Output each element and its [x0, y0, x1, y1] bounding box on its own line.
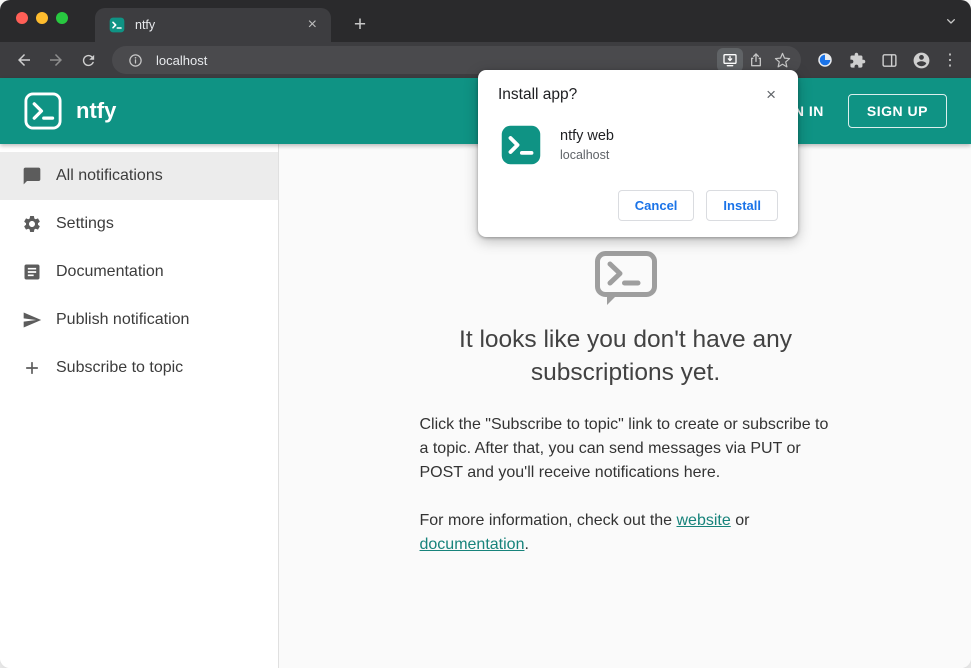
url-text: localhost: [156, 52, 208, 68]
back-button[interactable]: [10, 46, 38, 74]
sidebar-item-label: Settings: [56, 215, 114, 232]
minimize-window-button[interactable]: [36, 12, 48, 24]
sign-up-button[interactable]: SIGN UP: [847, 94, 947, 128]
site-info-icon[interactable]: [122, 48, 148, 72]
sidebar-item-label: All notifications: [56, 167, 163, 184]
install-button[interactable]: Install: [706, 190, 778, 221]
empty-more-paragraph: For more information, check out the webs…: [420, 509, 832, 557]
sidebar: All notifications Settings Documentation…: [0, 144, 279, 668]
close-window-button[interactable]: [16, 12, 28, 24]
website-link[interactable]: website: [677, 512, 731, 529]
dialog-app-name: ntfy web: [560, 128, 614, 144]
tab-close-icon[interactable]: ×: [304, 15, 321, 35]
intro-text: Click the "Subscribe to topic" link to c…: [419, 416, 829, 482]
more-middle: or: [730, 512, 750, 530]
install-app-icon[interactable]: [717, 48, 743, 72]
install-app-dialog: Install app? × ntfy web localhost Cancel…: [478, 70, 798, 237]
empty-intro-paragraph: Click the "Subscribe to topic" link to c…: [420, 413, 832, 485]
sidebar-item-subscribe-to-topic[interactable]: Subscribe to topic: [0, 344, 278, 392]
gear-icon: [24, 216, 40, 232]
cancel-button[interactable]: Cancel: [617, 190, 695, 221]
extensions-puzzle-icon[interactable]: [843, 46, 871, 74]
sidebar-item-publish-notification[interactable]: Publish notification: [0, 296, 278, 344]
ntfy-logo: [24, 92, 62, 130]
sidebar-item-label: Publish notification: [56, 311, 190, 328]
zoom-window-button[interactable]: [56, 12, 68, 24]
share-icon[interactable]: [743, 48, 769, 72]
ntfy-empty-logo: [420, 250, 832, 308]
documentation-link[interactable]: documentation: [420, 536, 525, 553]
tab-list-chevron-icon[interactable]: [943, 13, 959, 34]
reload-button[interactable]: [74, 46, 102, 74]
empty-heading: It looks like you don't have any subscri…: [459, 326, 792, 386]
empty-state: It looks like you don't have any subscri…: [420, 250, 832, 557]
document-icon: [24, 264, 40, 280]
browser-tab[interactable]: ntfy ×: [95, 8, 331, 42]
dialog-app-origin: localhost: [560, 148, 610, 162]
bookmark-star-icon[interactable]: [769, 48, 795, 72]
new-tab-button[interactable]: +: [346, 11, 374, 39]
window-controls: [16, 12, 68, 24]
tab-strip: ntfy × +: [0, 0, 971, 42]
sidebar-item-settings[interactable]: Settings: [0, 200, 278, 248]
dialog-close-icon[interactable]: ×: [764, 86, 778, 103]
profile-avatar[interactable]: [907, 46, 935, 74]
chat-bubble-icon: [23, 167, 41, 185]
browser-menu-kebab-icon[interactable]: ⋮: [939, 50, 961, 70]
side-panel-icon[interactable]: [875, 46, 903, 74]
browser-window: ntfy × + localhost ⋮ ntfy IN SIGN UP All…: [0, 0, 971, 668]
app-title: ntfy: [76, 98, 117, 123]
dialog-title: Install app?: [498, 86, 578, 103]
ntfy-favicon-icon: [109, 17, 125, 33]
more-prefix: For more information, check out the: [419, 512, 677, 530]
tab-title: ntfy: [135, 18, 156, 32]
extension-icon[interactable]: [811, 46, 839, 74]
forward-button[interactable]: [42, 46, 70, 74]
plus-icon: [26, 362, 38, 374]
more-suffix: .: [524, 536, 529, 554]
sidebar-item-label: Subscribe to topic: [56, 359, 184, 376]
sidebar-item-all-notifications[interactable]: All notifications: [0, 152, 278, 200]
ntfy-app-icon: [501, 125, 541, 165]
sidebar-item-documentation[interactable]: Documentation: [0, 248, 278, 296]
send-icon: [23, 312, 42, 328]
sidebar-item-label: Documentation: [56, 263, 164, 280]
